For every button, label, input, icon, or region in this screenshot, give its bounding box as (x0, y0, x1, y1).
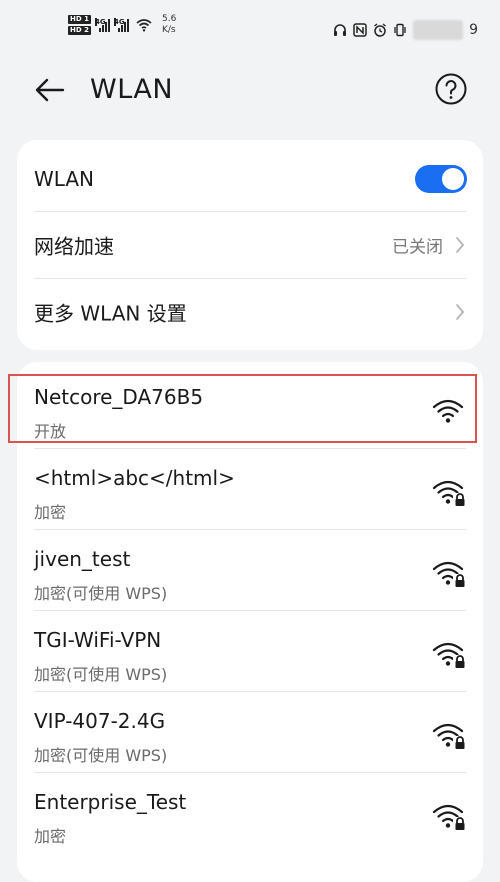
wifi-network-item[interactable]: Enterprise_Test 加密 (17, 772, 483, 853)
network-speed: 5.6 K/s (162, 14, 176, 36)
network-security: 加密(可使用 WPS) (34, 665, 168, 684)
chevron-right-icon (456, 304, 465, 320)
network-name: VIP-407-2.4G (34, 709, 166, 733)
network-name: TGI-WiFi-VPN (34, 628, 162, 652)
wlan-label: WLAN (34, 167, 95, 191)
wifi-network-item[interactable]: jiven_test 加密(可使用 WPS) (17, 529, 483, 610)
network-security: 加密(可使用 WPS) (34, 584, 168, 603)
status-right: 9 (333, 20, 478, 40)
network-name: Enterprise_Test (34, 790, 187, 814)
net-type-2: 4G (113, 18, 125, 26)
wlan-toggle[interactable] (415, 165, 467, 193)
network-acceleration-label: 网络加速 (34, 234, 114, 259)
nfc-icon (353, 23, 367, 37)
status-left: HD 1 HD 2 4G 4G 5.6 K/s (68, 14, 176, 36)
page-title: WLAN (90, 74, 174, 105)
wifi-signal-icon (432, 399, 464, 423)
wifi-network-item[interactable]: <html>abc</html> 加密 (17, 448, 483, 529)
network-security: 加密 (34, 827, 67, 846)
chevron-right-icon (456, 237, 465, 253)
battery-icon (413, 20, 464, 40)
wifi-locked-icon (432, 642, 467, 669)
speed-unit: K/s (161, 25, 176, 35)
help-icon[interactable] (434, 72, 468, 106)
vibrate-icon (394, 23, 406, 37)
wlan-settings-card: WLAN 网络加速 已关闭 更多 WLAN 设置 (17, 140, 483, 350)
wifi-locked-icon (432, 723, 467, 750)
more-wlan-settings-label: 更多 WLAN 设置 (34, 301, 187, 326)
alarm-icon (374, 23, 386, 37)
network-security: 开放 (34, 422, 67, 441)
network-security: 加密 (34, 503, 67, 522)
wifi-network-item[interactable]: TGI-WiFi-VPN 加密(可使用 WPS) (17, 610, 483, 691)
available-networks-card: Netcore_DA76B5 开放 <html>abc</html> 加密 jiven_… (17, 362, 483, 882)
wifi-locked-icon (432, 804, 467, 831)
network-name: <html>abc</html> (34, 466, 235, 490)
battery-level: 9 (469, 22, 478, 38)
wifi-locked-icon (432, 561, 467, 588)
network-name: Netcore_DA76B5 (34, 385, 204, 409)
signal-2-icon: 4G (113, 18, 129, 32)
back-arrow-icon[interactable] (30, 72, 70, 108)
wifi-locked-icon (432, 480, 467, 507)
network-name: jiven_test (34, 547, 131, 571)
wlan-toggle-row[interactable]: WLAN (17, 146, 483, 212)
wifi-status-icon (136, 19, 152, 32)
network-acceleration-value: 已关闭 (392, 237, 443, 258)
network-security: 加密(可使用 WPS) (34, 746, 168, 765)
net-type-1: 4G (94, 18, 106, 26)
speed-value: 5.6 (161, 14, 177, 24)
wifi-network-item[interactable]: VIP-407-2.4G 加密(可使用 WPS) (17, 691, 483, 772)
more-wlan-settings-row[interactable]: 更多 WLAN 设置 (17, 279, 483, 345)
app-header: WLAN (0, 58, 500, 122)
hd2-badge: HD 2 (68, 26, 91, 35)
status-bar: HD 1 HD 2 4G 4G 5.6 K/s 9 (0, 0, 500, 50)
network-acceleration-row[interactable]: 网络加速 已关闭 (17, 212, 483, 278)
hd-indicators: HD 1 HD 2 (68, 15, 91, 35)
headphones-icon (334, 24, 347, 36)
signal-1-icon: 4G (94, 18, 110, 32)
wifi-network-item[interactable]: Netcore_DA76B5 开放 (17, 367, 483, 448)
hd1-badge: HD 1 (68, 15, 91, 24)
